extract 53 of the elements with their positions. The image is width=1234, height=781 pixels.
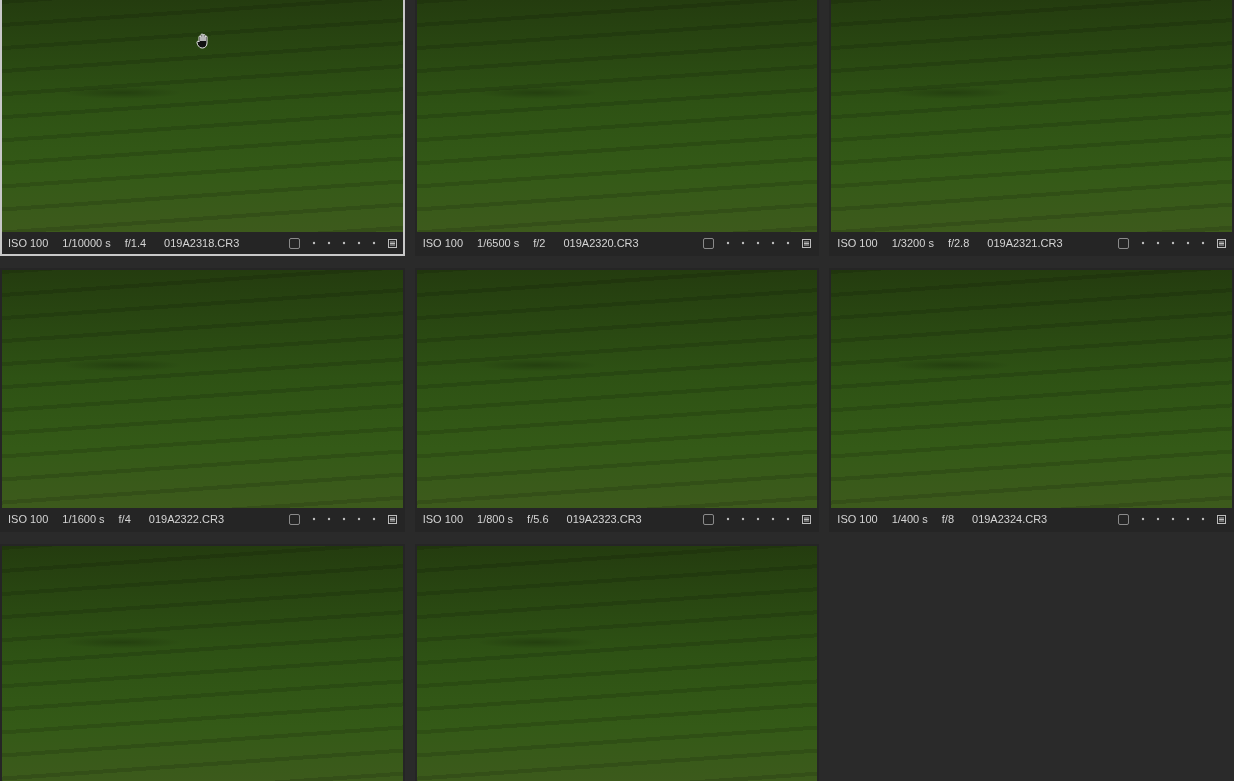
rating-dot-icon[interactable]: [1199, 515, 1207, 523]
iso-text: ISO 100: [8, 513, 49, 525]
rating-dot-icon[interactable]: [1169, 515, 1177, 523]
filename-text: 019A2324.CR3: [972, 513, 1048, 525]
rating-dot-icon[interactable]: [1199, 239, 1207, 247]
aperture-text: f/4: [118, 513, 131, 525]
list-icon[interactable]: [802, 238, 812, 248]
iso-text: ISO 100: [8, 237, 49, 249]
checkbox[interactable]: [703, 513, 715, 525]
list-icon[interactable]: [387, 238, 397, 248]
thumbnail-card[interactable]: ISO 100 1/10000 s f/1.4 019A2318.CR3: [0, 0, 405, 256]
filename-text: 019A2321.CR3: [987, 237, 1063, 249]
iso-text: ISO 100: [422, 513, 463, 525]
checkbox[interactable]: [288, 513, 300, 525]
filename-text: 019A2323.CR3: [566, 513, 642, 525]
shutter-text: 1/10000 s: [62, 237, 111, 249]
rating-dot-icon[interactable]: [1154, 239, 1162, 247]
iso-text: ISO 100: [837, 513, 878, 525]
thumbnail-card[interactable]: ISO 100 1/1600 s f/4 019A2322.CR3: [0, 268, 405, 532]
aperture-text: f/8: [941, 513, 954, 525]
thumbnail-card[interactable]: ISO 100 1/6500 s f/2 019A2320.CR3: [414, 0, 820, 256]
aperture-text: f/2: [533, 237, 546, 249]
list-icon[interactable]: [1217, 514, 1226, 524]
aperture-text: f/5.6: [527, 513, 549, 525]
aperture-text: f/2.8: [947, 237, 970, 249]
checkbox[interactable]: [1118, 513, 1129, 525]
iso-text: ISO 100: [422, 237, 463, 249]
rating-dot-icon[interactable]: [1139, 515, 1147, 523]
thumbnail-card[interactable]: ISO 100 1/400 s f/8 019A2324.CR3: [829, 268, 1234, 532]
list-icon[interactable]: [802, 514, 812, 524]
rating-dot-icon[interactable]: [1184, 515, 1192, 523]
shutter-text: 1/800 s: [477, 513, 514, 525]
list-icon[interactable]: [387, 514, 397, 524]
thumbnail-card[interactable]: ISO 100 1/3200 s f/2.8 019A2321.CR3: [829, 0, 1234, 256]
hand-cursor-icon: [196, 33, 210, 49]
list-icon[interactable]: [1217, 238, 1226, 248]
shutter-text: 1/3200 s: [891, 237, 934, 249]
rating-dot-icon[interactable]: [1169, 239, 1177, 247]
shutter-text: 1/400 s: [891, 513, 928, 525]
rating-dot-icon[interactable]: [1139, 239, 1147, 247]
aperture-text: f/1.4: [124, 237, 147, 249]
rating-dot-icon[interactable]: [1154, 515, 1162, 523]
checkbox[interactable]: [288, 237, 300, 249]
filename-text: 019A2318.CR3: [164, 237, 240, 249]
filename-text: 019A2320.CR3: [563, 237, 639, 249]
rating-dot-icon[interactable]: [1184, 239, 1192, 247]
iso-text: ISO 100: [837, 237, 878, 249]
shutter-text: 1/1600 s: [62, 513, 105, 525]
checkbox[interactable]: [1118, 237, 1129, 249]
shutter-text: 1/6500 s: [477, 237, 520, 249]
checkbox[interactable]: [703, 237, 715, 249]
thumbnail-card[interactable]: ISO 100 1/800 s f/5.6 019A2323.CR3: [414, 268, 820, 532]
filename-text: 019A2322.CR3: [148, 513, 225, 525]
